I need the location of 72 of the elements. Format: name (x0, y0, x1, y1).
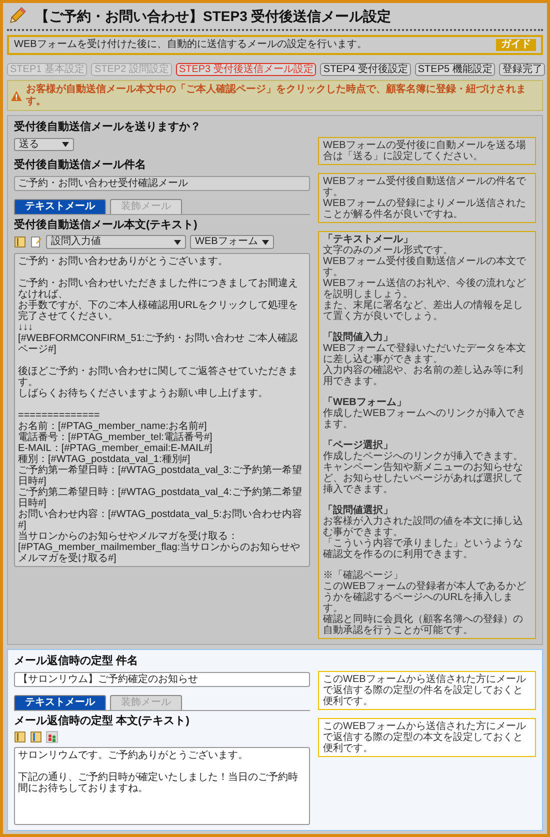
hint-heading: ※「確認ページ」 (323, 570, 404, 581)
people-icon[interactable] (46, 731, 58, 744)
field-label: メール返信時の定型 件名 (14, 655, 140, 668)
step-button[interactable]: STEP5 機能設定 (414, 62, 496, 76)
document-icon[interactable] (30, 236, 42, 248)
guide-text: WEBフォームを受け付けた後に、自動的に送信するメールの設定を行います。 (14, 39, 367, 50)
hint-text: WEBフォーム送信のお礼や、今後の流れなどを説明しましょう。 (323, 278, 527, 300)
text-line: 種別：[#WTAG_postdata_val_1:種別#] (18, 454, 192, 465)
step-button[interactable]: STEP4 受付後設定 (320, 62, 411, 76)
text-line: ↓↓↓ (18, 322, 34, 333)
text-line: お名前：[#PTAG_member_name:お名前#] (18, 420, 208, 432)
caret-icon (262, 240, 269, 245)
hint-text: 文字のみのメール形式です。 (323, 245, 454, 256)
book-icon[interactable] (14, 731, 26, 744)
send-select[interactable]: 送る (14, 138, 74, 152)
text-line: 後ほどご予約・お問い合わせに関してご返答させていただきます。 (18, 366, 299, 388)
warning-text: お客様が自動送信メール本文中の「ご本人確認ページ」をクリックした時点で、顧客名簿に登録・紐づけされます。 (26, 84, 527, 107)
text-line: お問い合わせ内容：[#WTAG_postdata_val_5:お問い合わせ内容#] (18, 508, 303, 531)
book-icon[interactable] (30, 731, 42, 744)
hint-text: 作成したページへのリンクが挿入できます。 (323, 451, 524, 462)
hint-text: WEBフォームの登録によりメール送信されたことが解る件名が良いですね。 (323, 198, 527, 220)
text-line: しばらくお待ちくださいますようお願い申し上げます。 (18, 388, 269, 399)
hint-text: WEBフォームの受付後に自動メールを送る場合は「送る」に設定してください。 (323, 140, 527, 162)
hint-text: 「こういう内容で承りました」というような確認文を作るのに利用できます。 (323, 538, 524, 560)
subject-field[interactable]: ご予約・お問い合わせ受付確認メール (14, 176, 310, 192)
mail-tab[interactable]: テキストメール (14, 199, 106, 214)
field-label: 受付後自動送信メールを送りますか？ (14, 121, 202, 134)
insert-select[interactable]: 設問入力値 (46, 235, 186, 249)
hint-text: このWEBフォームから送信された方にメールで返信する際の定型の本文を設定しておくと便利です。 (323, 721, 527, 754)
hint-text: キャンペーン告知や新メニューのお知らせなど、お知らせしたいページがあれば選択して挿入できます。 (323, 462, 524, 495)
text-line: ご予約第一希望日時：[#WTAG_postdata_val_3:ご予約第一希望日時#] (18, 464, 303, 487)
caret-icon (174, 240, 181, 245)
hint-text: WEBフォーム受付後自動送信メールの本文です。 (323, 256, 527, 278)
field-label: 受付後自動送信メール件名 (14, 159, 147, 172)
hint-heading: 「設問値入力」 (323, 332, 394, 343)
text-line: お手数ですが、下のご本人様確認用URLをクリックして処理を完了させてください。 (18, 300, 300, 322)
form-select[interactable]: WEBフォーム (190, 235, 274, 249)
text-line: 当サロンからのお知らせやメルマガを受け取る：[#PTAG_member_mailmember_flag:当サロンからのお知らせやメルマガを受け取る#] (18, 530, 302, 564)
hint-heading: 「ページ選択」 (323, 440, 394, 451)
hint-heading: 「設問値選択」 (323, 505, 394, 516)
text-line: E-MAIL：[#PTAG_member_email:E-MAIL#] (18, 442, 214, 454)
hint-text: また、末尾に署名など、差出人の情報を足して置く方が良いでしょう。 (323, 300, 524, 322)
pencil-icon (7, 6, 27, 26)
hint-text: 確認と同時に会員化（顧客名簿への登録）の自動承認を行うことが可能です。 (323, 614, 524, 636)
text-line: 下記の通り、ご予約日時が確定いたしました！当日のご予約時間にお待ちしておりますね。 (18, 772, 299, 794)
warning-icon (11, 90, 22, 100)
text-line: ============== (18, 410, 101, 421)
field-label: メール返信時の定型 本文(テキスト) (14, 714, 190, 728)
field-label: 受付後自動送信メール本文(テキスト) (14, 218, 198, 232)
text-line: ご予約・お問い合わせありがとうございます。 (18, 256, 229, 267)
hint-text: このWEBフォームから送信された方にメールで返信する際の定型の件名を設定しておくと便利です。 (323, 674, 527, 707)
subject-field[interactable]: 【サロンリウム】ご予約確定のお知らせ (14, 672, 310, 688)
hint-text: このWEBフォームの登録者が本人であるかどうかを確認するページへのURLを挿入します。 (323, 581, 527, 614)
hint-text: お客様が入力された設問の値を本文に挿し込む事ができます。 (323, 516, 524, 538)
body-text-area[interactable] (14, 252, 310, 567)
text-line: 電話番号：[#PTAG_member_tel:電話番号#] (18, 432, 214, 443)
text-line: ご予約第二希望日時：[#WTAG_postdata_val_4:ご予約第二希望日時#] (18, 486, 303, 509)
caret-icon (62, 142, 69, 147)
book-icon[interactable] (14, 236, 26, 248)
page-title: 【ご予約・お問い合わせ】STEP3 受付後送信メール設定 (35, 8, 392, 24)
step-button[interactable]: 登録完了 (499, 62, 546, 76)
body-text-area[interactable]: サロンリウムです。ご予約ありがとうございます。 下記の通り、ご予約日時が確定いたしました！当日のご予約時間にお待ちしておりますね。 (14, 747, 310, 825)
mail-tab[interactable]: テキストメール (14, 695, 106, 710)
hint-heading: 「WEBフォーム」 (323, 397, 408, 408)
hint-text: 入力内容の確認や、お名前の差し込み等に利用できます。 (323, 365, 524, 387)
hint-text: WEBフォーム受付後自動送信メールの件名です。 (323, 176, 527, 198)
hint-heading: 「テキストメール」 (323, 234, 413, 245)
text-line: ご予約・お問い合わせいただきました件につきましてお間違えなければ、 (18, 278, 299, 300)
text-line: [#WEBFORMCONFIRM_51:ご予約・お問い合わせ ご本人確認ページ#] (18, 332, 298, 355)
text-line: サロンリウムです。ご予約ありがとうございます。 (18, 750, 249, 762)
hint-text: WEBフォームで登録いただいたデータを本文に差し込む事ができます。 (323, 343, 527, 365)
hint-text: 作成したWEBフォームへのリンクが挿入できます。 (323, 408, 527, 430)
